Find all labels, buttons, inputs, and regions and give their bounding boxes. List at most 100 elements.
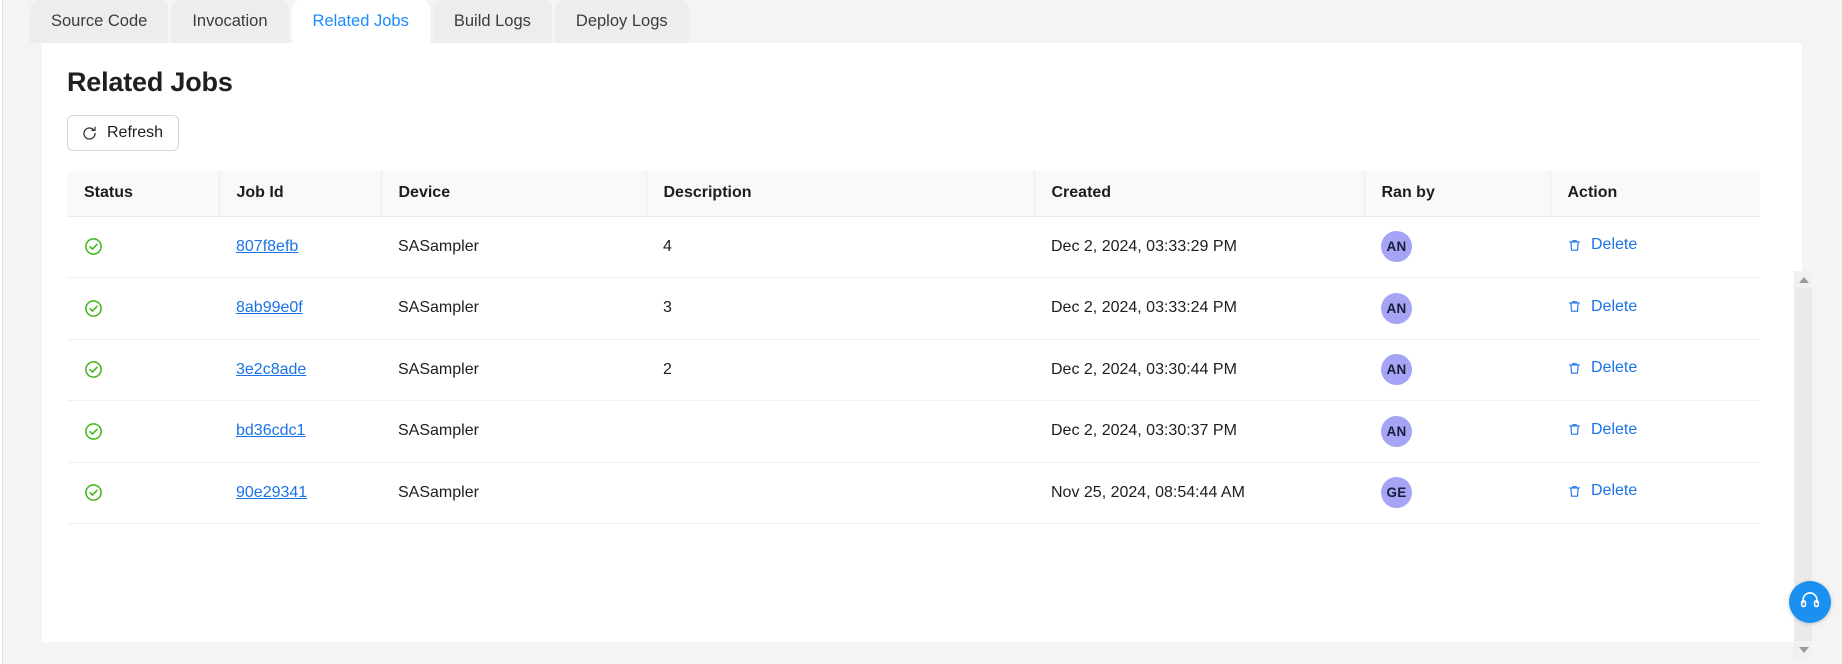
column-header-job-id: Job Id bbox=[218, 171, 381, 217]
tab-label: Related Jobs bbox=[312, 12, 409, 31]
cell-job-id: 8ab99e0f bbox=[219, 277, 381, 340]
job-id-link[interactable]: 90e29341 bbox=[236, 484, 307, 501]
table-row: 807f8efb SASampler 4 Dec 2, 2024, 03:33:… bbox=[67, 216, 1760, 278]
avatar: AN bbox=[1381, 415, 1412, 447]
check-circle-icon bbox=[84, 483, 219, 502]
cell-description bbox=[646, 462, 1034, 524]
delete-button[interactable]: Delete bbox=[1567, 421, 1637, 439]
chevron-down-icon bbox=[1798, 646, 1809, 653]
support-chat-button[interactable] bbox=[1789, 581, 1831, 623]
cell-created: Dec 2, 2024, 03:33:24 PM bbox=[1034, 277, 1364, 340]
scroll-up-button[interactable] bbox=[1795, 271, 1812, 288]
headset-icon bbox=[1799, 589, 1821, 616]
left-rail bbox=[0, 0, 3, 664]
column-header-created: Created bbox=[1033, 171, 1364, 217]
trash-icon bbox=[1567, 361, 1582, 376]
delete-label: Delete bbox=[1591, 359, 1638, 376]
cell-job-id: 3e2c8ade bbox=[219, 339, 381, 401]
tab-label: Invocation bbox=[192, 12, 268, 31]
page-title: Related Jobs bbox=[67, 67, 233, 97]
cell-created: Dec 2, 2024, 03:30:37 PM bbox=[1034, 400, 1364, 463]
content-card: Related Jobs Refresh Status Job Id Devic… bbox=[42, 43, 1812, 658]
cell-action: Delete bbox=[1550, 400, 1760, 463]
avatar: GE bbox=[1381, 477, 1412, 509]
avatar: AN bbox=[1381, 292, 1412, 324]
job-id-link[interactable]: 8ab99e0f bbox=[236, 299, 303, 316]
column-header-ran-by: Ran by bbox=[1363, 171, 1550, 217]
cell-ran-by: AN bbox=[1364, 216, 1550, 278]
refresh-icon bbox=[81, 125, 98, 142]
delete-button[interactable]: Delete bbox=[1567, 482, 1637, 500]
cell-device: SASampler bbox=[381, 339, 646, 401]
trash-icon bbox=[1567, 238, 1582, 253]
cell-ran-by: GE bbox=[1364, 462, 1550, 524]
job-id-link[interactable]: bd36cdc1 bbox=[236, 422, 305, 439]
delete-button[interactable]: Delete bbox=[1567, 236, 1637, 254]
job-id-link[interactable]: 3e2c8ade bbox=[236, 361, 306, 378]
table-row: bd36cdc1 SASampler Dec 2, 2024, 03:30:37… bbox=[67, 400, 1760, 463]
column-header-status: Status bbox=[67, 171, 219, 217]
cell-job-id: bd36cdc1 bbox=[219, 400, 381, 463]
cell-description: 2 bbox=[646, 339, 1034, 401]
cell-device: SASampler bbox=[381, 400, 646, 463]
scroll-down-button[interactable] bbox=[1795, 641, 1812, 658]
cell-action: Delete bbox=[1550, 216, 1760, 278]
cell-status bbox=[67, 277, 219, 340]
delete-button[interactable]: Delete bbox=[1567, 359, 1637, 377]
cell-status bbox=[67, 400, 219, 463]
tab-invocation[interactable]: Invocation bbox=[171, 0, 289, 43]
trash-icon bbox=[1567, 484, 1582, 499]
jobs-table-scroll-area[interactable]: Status Job Id Device Description Created… bbox=[67, 171, 1777, 571]
table-row: 90e29341 SASampler Nov 25, 2024, 08:54:4… bbox=[67, 462, 1760, 524]
cell-device: SASampler bbox=[381, 216, 646, 278]
tab-label: Build Logs bbox=[453, 12, 531, 31]
check-circle-icon bbox=[84, 422, 219, 441]
refresh-button[interactable]: Refresh bbox=[67, 115, 180, 151]
cell-created: Nov 25, 2024, 08:54:44 AM bbox=[1034, 462, 1364, 524]
cell-ran-by: AN bbox=[1364, 339, 1550, 401]
delete-label: Delete bbox=[1591, 420, 1638, 438]
trash-icon bbox=[1567, 299, 1582, 314]
tab-source-code[interactable]: Source Code bbox=[30, 0, 169, 43]
delete-label: Delete bbox=[1591, 482, 1638, 499]
jobs-table-body: 807f8efb SASampler 4 Dec 2, 2024, 03:33:… bbox=[67, 216, 1760, 524]
cell-status bbox=[67, 339, 219, 401]
cell-description: 3 bbox=[646, 277, 1034, 340]
delete-label: Delete bbox=[1591, 297, 1638, 315]
table-row: 3e2c8ade SASampler 2 Dec 2, 2024, 03:30:… bbox=[67, 339, 1760, 401]
cell-action: Delete bbox=[1550, 462, 1760, 524]
tab-deploy-logs[interactable]: Deploy Logs bbox=[554, 0, 689, 43]
job-id-link[interactable]: 807f8efb bbox=[236, 238, 298, 255]
cell-created: Dec 2, 2024, 03:30:44 PM bbox=[1034, 339, 1364, 401]
tab-related-jobs[interactable]: Related Jobs bbox=[291, 0, 430, 43]
cell-status bbox=[67, 216, 219, 278]
tab-label: Deploy Logs bbox=[575, 12, 668, 31]
avatar: AN bbox=[1381, 231, 1412, 263]
cell-ran-by: AN bbox=[1364, 277, 1550, 340]
check-circle-icon bbox=[84, 299, 219, 318]
jobs-table: Status Job Id Device Description Created… bbox=[67, 171, 1760, 524]
column-header-action: Action bbox=[1549, 171, 1760, 217]
tab-build-logs[interactable]: Build Logs bbox=[432, 0, 552, 43]
cell-description bbox=[646, 400, 1034, 463]
column-header-description: Description bbox=[645, 171, 1034, 217]
cell-ran-by: AN bbox=[1364, 400, 1550, 463]
table-header-row: Status Job Id Device Description Created… bbox=[67, 171, 1760, 217]
avatar: AN bbox=[1381, 354, 1412, 386]
cell-device: SASampler bbox=[381, 277, 646, 340]
cell-description: 4 bbox=[646, 216, 1034, 278]
cell-job-id: 90e29341 bbox=[219, 462, 381, 524]
check-circle-icon bbox=[84, 360, 219, 379]
cell-status bbox=[67, 462, 219, 524]
app-page: Source Code Invocation Related Jobs Buil… bbox=[0, 0, 1842, 664]
cell-job-id: 807f8efb bbox=[219, 216, 381, 278]
check-circle-icon bbox=[84, 237, 219, 256]
trash-icon bbox=[1567, 422, 1582, 437]
cell-action: Delete bbox=[1550, 277, 1760, 340]
refresh-label: Refresh bbox=[107, 124, 164, 141]
cell-action: Delete bbox=[1550, 339, 1760, 401]
jobs-table-head: Status Job Id Device Description Created… bbox=[67, 171, 1760, 217]
delete-button[interactable]: Delete bbox=[1567, 298, 1637, 316]
table-row: 8ab99e0f SASampler 3 Dec 2, 2024, 03:33:… bbox=[67, 277, 1760, 340]
chevron-up-icon bbox=[1798, 276, 1809, 283]
